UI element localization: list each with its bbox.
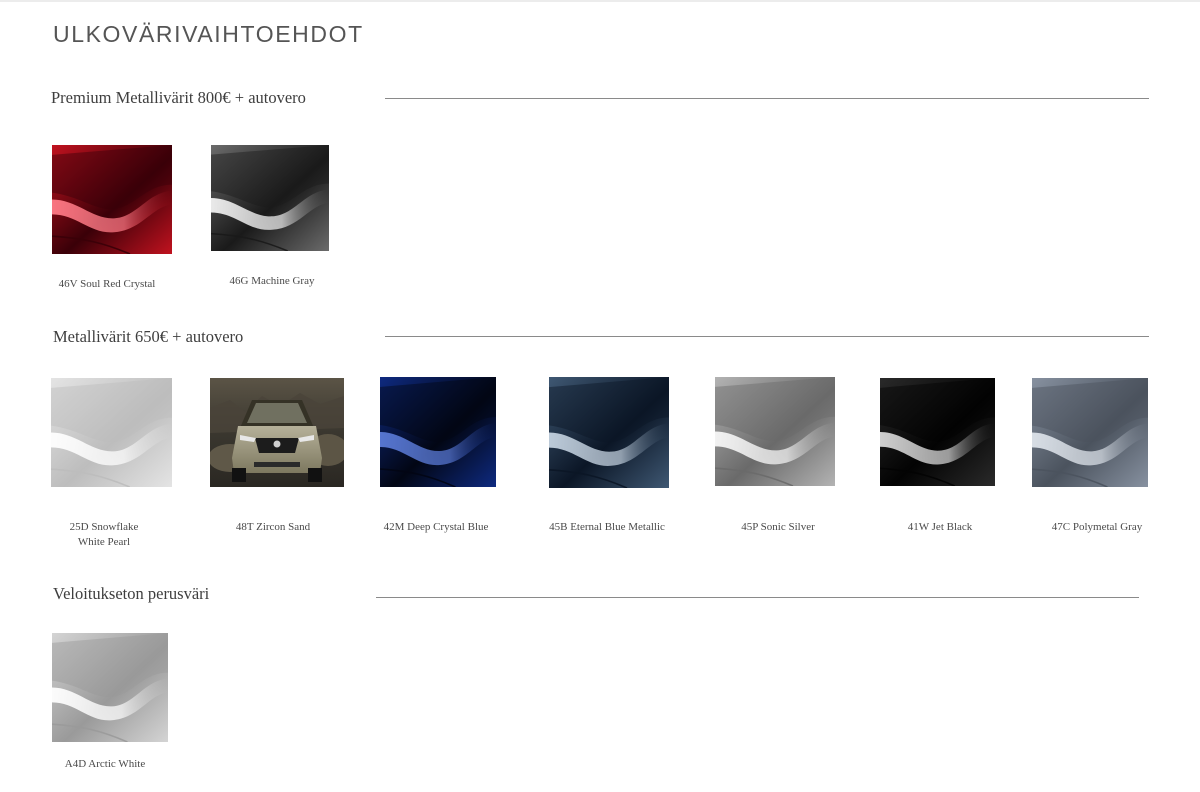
color-label: 45P Sonic Silver [741, 521, 815, 533]
section-title-premium-metallic: Premium Metallivärit 800€ + autovero [51, 88, 306, 107]
color-swatch-arctic-white[interactable] [52, 633, 168, 742]
color-label: 46V Soul Red Crystal [58, 278, 156, 290]
color-label: 42M Deep Crystal Blue [383, 521, 489, 533]
color-swatch-machine-gray[interactable] [211, 145, 329, 251]
page-title: ULKOVÄRIVAIHTOEHDOT [53, 21, 364, 48]
color-swatch-snowflake-white-pearl[interactable] [51, 378, 172, 487]
color-label: 25D Snowflake White Pearl [29, 520, 179, 550]
color-label: 48T Zircon Sand [235, 521, 311, 533]
section-title-metallic: Metallivärit 650€ + autovero [53, 327, 244, 346]
section-divider [385, 98, 1149, 99]
color-label: 46G Machine Gray [229, 275, 315, 287]
color-swatch-deep-crystal-blue[interactable] [380, 377, 496, 487]
section-divider [385, 336, 1149, 337]
color-photo-zircon-sand[interactable] [210, 378, 344, 487]
color-label: 45B Eternal Blue Metallic [549, 521, 665, 533]
color-swatch-eternal-blue-metallic[interactable] [549, 377, 669, 488]
color-label: A4D Arctic White [64, 758, 146, 770]
color-swatch-sonic-silver[interactable] [715, 377, 835, 486]
color-label-line: White Pearl [77, 536, 131, 548]
color-swatch-soul-red-crystal[interactable] [52, 145, 172, 254]
color-swatch-jet-black[interactable] [880, 378, 995, 486]
color-label-line: 25D Snowflake [69, 521, 139, 533]
color-label: 47C Polymetal Gray [1051, 521, 1143, 533]
section-divider [376, 597, 1139, 598]
color-swatch-polymetal-gray[interactable] [1032, 378, 1148, 487]
section-title-standard-color: Veloitukseton perusväri [53, 584, 210, 603]
top-border [0, 0, 1200, 2]
color-label: 41W Jet Black [907, 521, 973, 533]
